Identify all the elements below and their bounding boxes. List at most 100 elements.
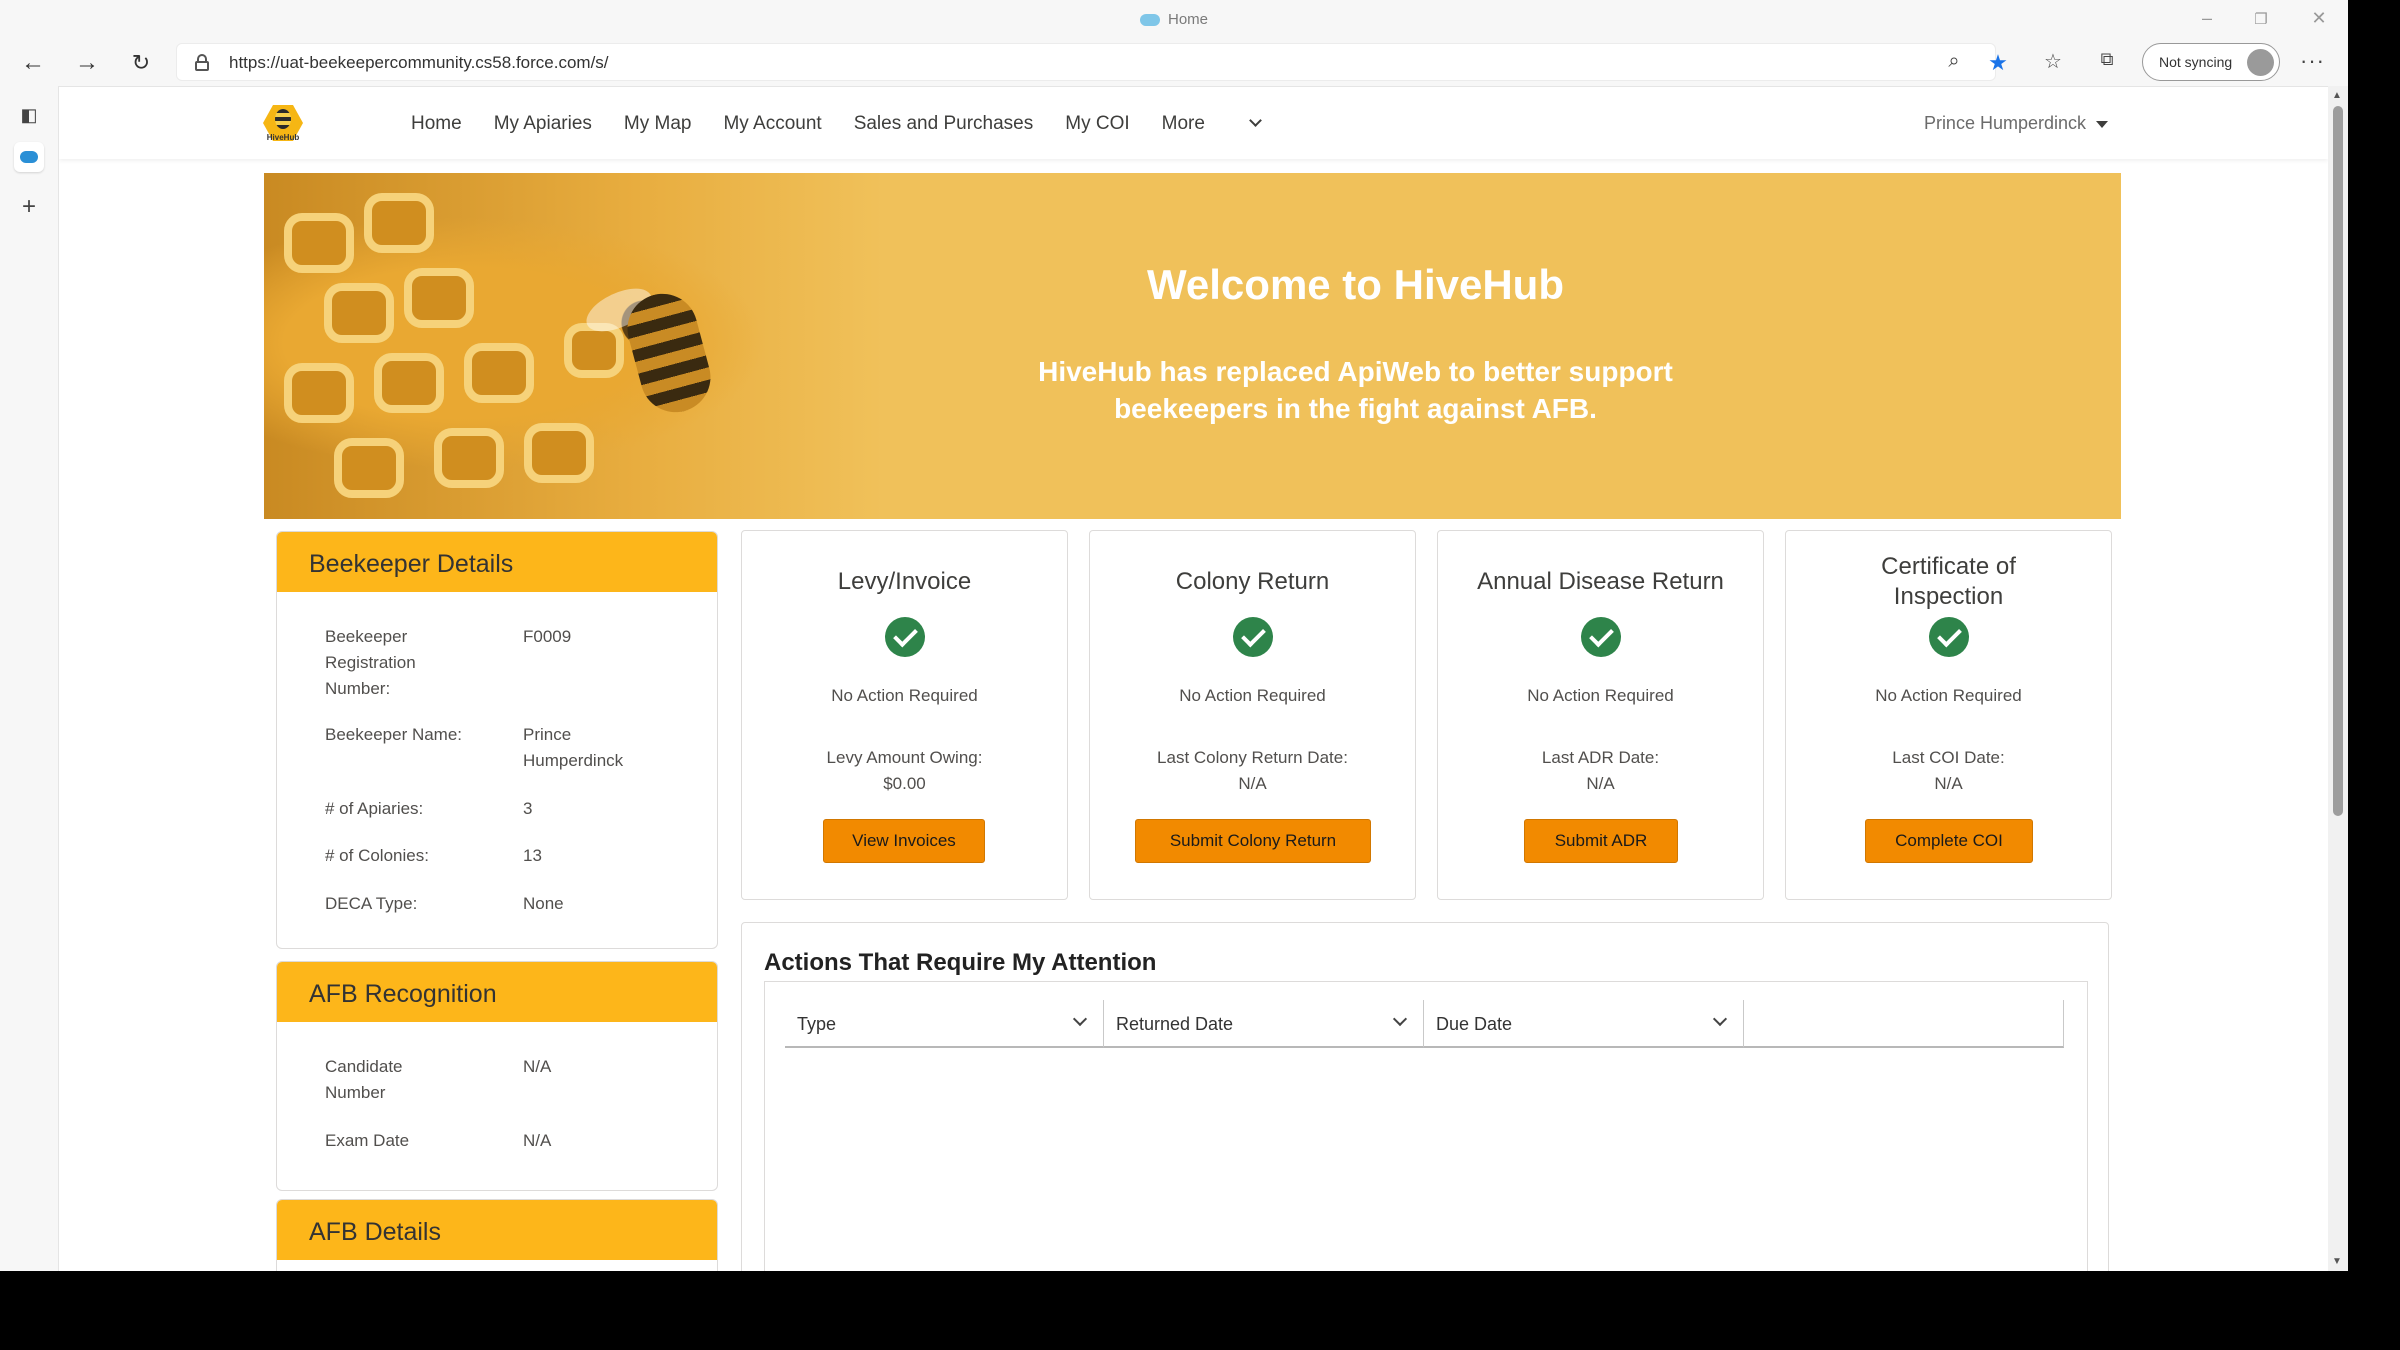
colony-return-title: Colony Return	[1175, 568, 1330, 595]
certificate-of-inspection-title: Certificate of Inspection	[1881, 553, 2016, 610]
nav-my-apiaries[interactable]: My Apiaries	[494, 113, 592, 135]
page-viewport: HiveHub Home My Apiaries My Map My Accou…	[58, 86, 2328, 1271]
candidate-number-label: Candidate Number	[325, 1057, 403, 1102]
close-window-button[interactable]: ✕	[2308, 8, 2330, 29]
coi-status: No Action Required	[1875, 686, 2022, 705]
welcome-title: Welcome to HiveHub	[1147, 261, 1564, 308]
levy-info-label: Levy Amount Owing:	[826, 748, 983, 767]
adr-info-value: N/A	[1586, 774, 1615, 793]
title-bar: Home – ❐ ✕	[0, 0, 2348, 40]
beekeeper-name-label: Beekeeper Name:	[325, 725, 463, 744]
caret-down-icon	[2096, 120, 2108, 128]
minimize-button[interactable]: –	[2196, 8, 2218, 29]
actions-table: Type Returned Date Due Date	[764, 981, 2088, 1271]
user-menu[interactable]: Prince Humperdinck	[1924, 113, 2108, 134]
colony-return-status: No Action Required	[1179, 686, 1326, 705]
zoom-icon[interactable]: ⌕	[1941, 50, 1967, 73]
collections-icon[interactable]: ⧉	[2094, 49, 2120, 70]
actions-panel: Actions That Require My Attention Type R…	[741, 922, 2109, 1271]
lock-icon	[195, 54, 209, 71]
deca-type-value: None	[523, 894, 564, 913]
column-type-label: Type	[797, 1014, 837, 1034]
active-tab-icon[interactable]	[14, 142, 44, 172]
scroll-up-arrow-icon[interactable]: ▲	[2332, 90, 2342, 101]
honeycomb-bee-image	[264, 173, 884, 519]
nav-sales-and-purchases[interactable]: Sales and Purchases	[854, 113, 1034, 135]
tab-actions-icon[interactable]: ◧	[14, 100, 44, 130]
levy-info: Levy Amount Owing: $0.00	[742, 745, 1067, 797]
beekeeper-name-value: Prince Humperdinck	[523, 725, 624, 770]
address-bar[interactable]: https://uat-beekeepercommunity.cs58.forc…	[176, 43, 2008, 81]
chevron-down-icon	[1392, 1011, 1408, 1027]
levy-status: No Action Required	[831, 686, 978, 705]
chevron-down-icon	[1249, 114, 1262, 127]
afb-recognition-card: AFB Recognition Candidate Number N/A Exa…	[276, 961, 718, 1191]
colonies-count-label: # of Colonies:	[325, 846, 429, 865]
more-options-icon[interactable]: ···	[2300, 48, 2325, 74]
apiaries-count-label: # of Apiaries:	[325, 799, 424, 818]
nav-my-account[interactable]: My Account	[723, 113, 821, 135]
submit-adr-button[interactable]: Submit ADR	[1524, 819, 1678, 863]
nav-home[interactable]: Home	[411, 113, 462, 135]
welcome-subtitle-line2: beekeepers in the fight against AFB.	[1114, 393, 1597, 424]
nav-my-coi[interactable]: My COI	[1065, 113, 1129, 135]
welcome-subtitle: HiveHub has replaced ApiWeb to better su…	[824, 353, 1887, 427]
main-menu: Home My Apiaries My Map My Account Sales…	[411, 113, 1324, 135]
registration-number-value: F0009	[523, 627, 572, 646]
favorites-list-icon[interactable]: ☆	[2040, 49, 2066, 74]
registration-number-label: Beekeeper Registration Number:	[325, 627, 416, 698]
refresh-button[interactable]: ↻	[124, 48, 158, 78]
certificate-of-inspection-card: Certificate of Inspection No Action Requ…	[1785, 530, 2112, 900]
colony-return-card: Colony Return No Action Required Last Co…	[1089, 530, 1416, 900]
beekeeper-details-title: Beekeeper Details	[277, 532, 717, 592]
scroll-down-arrow-icon[interactable]: ▼	[2332, 1256, 2342, 1267]
coi-info: Last COI Date: N/A	[1786, 745, 2111, 797]
column-returned-date-label: Returned Date	[1116, 1014, 1234, 1034]
hivehub-logo[interactable]: HiveHub	[261, 99, 305, 147]
bee-icon	[275, 109, 291, 129]
check-circle-icon	[1233, 617, 1273, 657]
submit-colony-return-button[interactable]: Submit Colony Return	[1135, 819, 1371, 863]
scrollbar-thumb[interactable]	[2333, 106, 2343, 816]
complete-coi-button[interactable]: Complete COI	[1865, 819, 2033, 863]
afb-details-card: AFB Details	[276, 1199, 718, 1271]
levy-invoice-card: Levy/Invoice No Action Required Levy Amo…	[741, 530, 1068, 900]
adr-info: Last ADR Date: N/A	[1438, 745, 1763, 797]
annual-disease-return-title: Annual Disease Return	[1477, 568, 1724, 595]
coi-info-label: Last COI Date:	[1892, 748, 2005, 767]
profile-avatar-icon	[2247, 49, 2274, 76]
check-circle-icon	[1581, 617, 1621, 657]
apiaries-count-value: 3	[523, 799, 533, 818]
nav-my-map[interactable]: My Map	[624, 113, 692, 135]
back-button[interactable]: ←	[16, 48, 50, 78]
coi-info-value: N/A	[1934, 774, 1963, 793]
column-header-due-date[interactable]: Due Date	[1424, 1000, 1744, 1048]
restore-button[interactable]: ❐	[2250, 10, 2272, 28]
nav-more-label: More	[1161, 113, 1205, 134]
levy-invoice-title: Levy/Invoice	[837, 568, 972, 595]
browser-sidebar: ◧ +	[0, 86, 58, 1271]
url-text[interactable]: https://uat-beekeepercommunity.cs58.forc…	[229, 53, 609, 73]
site-header: HiveHub Home My Apiaries My Map My Accou…	[59, 87, 2328, 159]
welcome-subtitle-line1: HiveHub has replaced ApiWeb to better su…	[1038, 356, 1673, 387]
column-header-returned-date[interactable]: Returned Date	[1104, 1000, 1424, 1048]
favorite-star-icon[interactable]: ★	[1985, 50, 2011, 76]
profile-sync-button[interactable]: Not syncing	[2142, 43, 2280, 81]
page-scrollbar[interactable]: ▲ ▼	[2328, 86, 2348, 1271]
forward-button[interactable]: →	[70, 48, 104, 78]
check-circle-icon	[885, 617, 925, 657]
address-row: ← → ↻ https://uat-beekeepercommunity.cs5…	[0, 40, 2348, 86]
salesforce-cloud-icon	[1139, 13, 1160, 26]
annual-disease-return-card: Annual Disease Return No Action Required…	[1437, 530, 1764, 900]
column-header-type[interactable]: Type	[785, 1000, 1104, 1048]
chevron-down-icon	[1712, 1011, 1728, 1027]
new-tab-icon[interactable]: +	[14, 192, 44, 222]
view-invoices-button[interactable]: View Invoices	[823, 819, 985, 863]
levy-info-value: $0.00	[883, 774, 926, 793]
nav-more[interactable]: More	[1162, 113, 1292, 135]
actions-title: Actions That Require My Attention	[764, 949, 1157, 976]
afb-recognition-title: AFB Recognition	[277, 962, 717, 1022]
window-title: Home	[1167, 11, 1208, 28]
adr-status: No Action Required	[1527, 686, 1674, 705]
exam-date-value: N/A	[523, 1131, 552, 1150]
